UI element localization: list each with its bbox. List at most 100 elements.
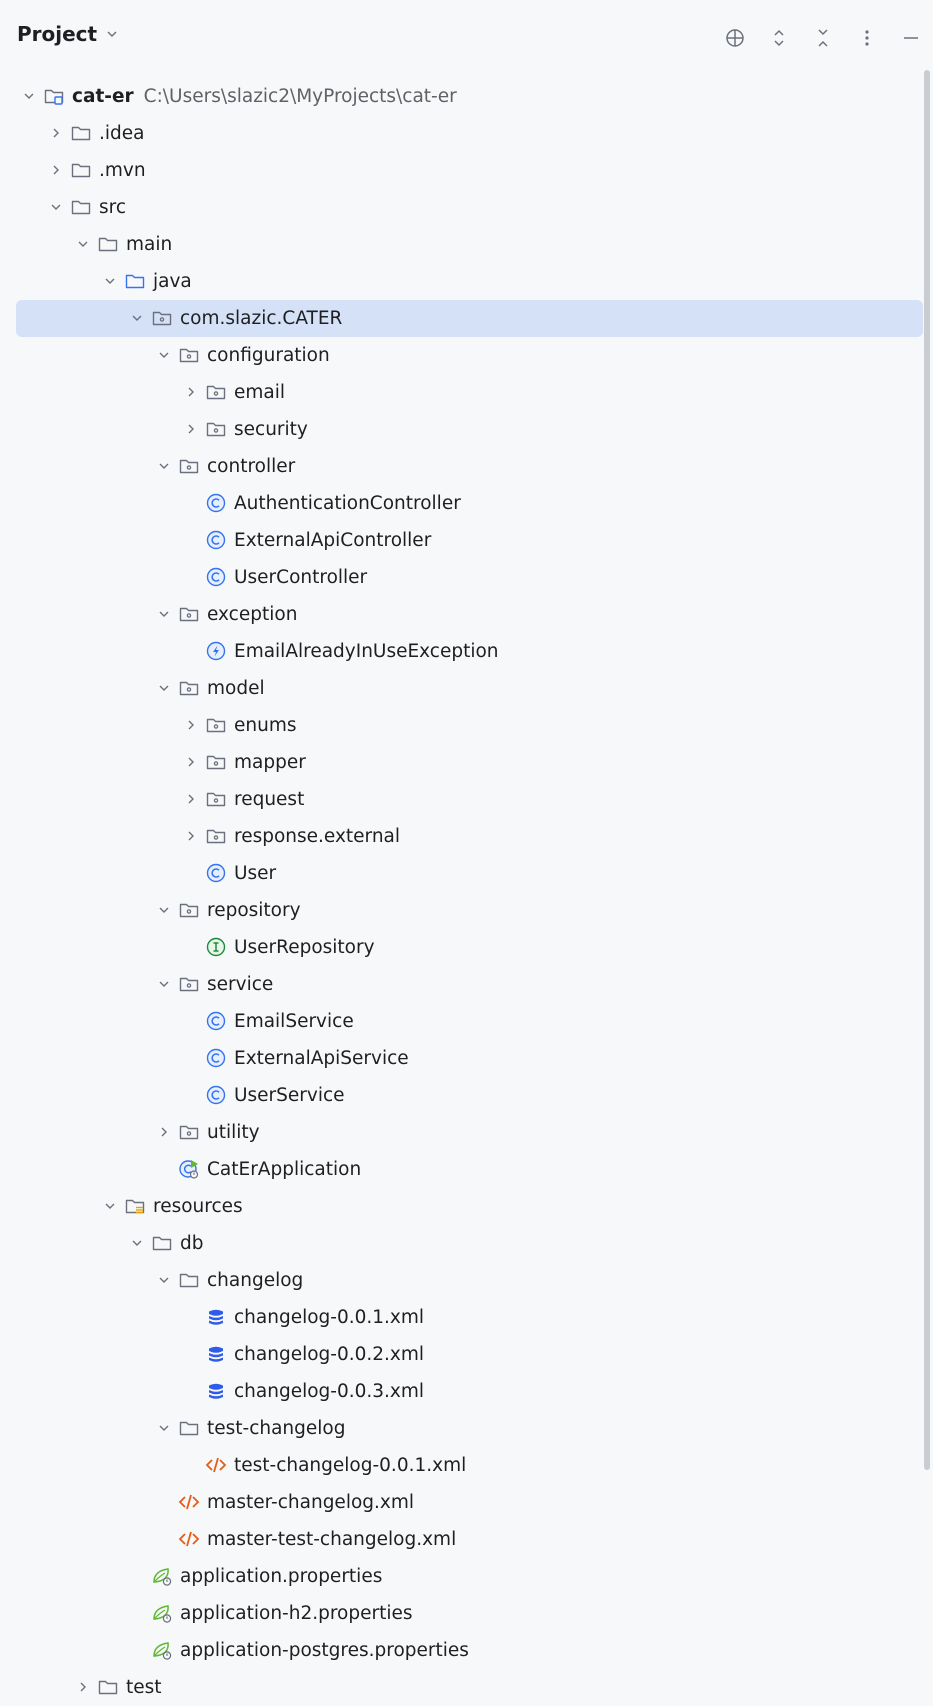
tree-node[interactable]: java	[0, 263, 925, 300]
expand-all-button[interactable]	[757, 20, 801, 56]
tree-node[interactable]: changelog-0.0.2.xml	[0, 1336, 925, 1373]
chevron-down-icon[interactable]	[155, 457, 173, 475]
tree-node[interactable]: UserRepository	[0, 929, 925, 966]
chevron-down-icon[interactable]	[155, 679, 173, 697]
tree-node[interactable]: main	[0, 226, 925, 263]
tree-node[interactable]: enums	[0, 707, 925, 744]
tree-node[interactable]: exception	[0, 596, 925, 633]
chevron-right-icon[interactable]	[182, 753, 200, 771]
tree-node[interactable]: .mvn	[0, 152, 925, 189]
chevron-down-icon[interactable]	[20, 87, 38, 105]
tree-node[interactable]: UserController	[0, 559, 925, 596]
folder-icon	[70, 196, 92, 218]
project-view-selector[interactable]: Project	[17, 22, 119, 46]
node-name: ExternalApiController	[234, 530, 432, 551]
tree-node[interactable]: response.external	[0, 818, 925, 855]
chevron-right-icon[interactable]	[182, 790, 200, 808]
tree-node[interactable]: application-h2.properties	[0, 1595, 925, 1632]
tree-node[interactable]: test-changelog-0.0.1.xml	[0, 1447, 925, 1484]
tree-node[interactable]: email	[0, 374, 925, 411]
tree-node-label: exception	[207, 604, 297, 625]
tree-node[interactable]: ExternalApiService	[0, 1040, 925, 1077]
chevron-down-icon[interactable]	[128, 309, 146, 327]
tree-node[interactable]: changelog-0.0.1.xml	[0, 1299, 925, 1336]
tree-node-label: changelog-0.0.2.xml	[234, 1344, 424, 1365]
tree-node[interactable]: changelog-0.0.3.xml	[0, 1373, 925, 1410]
tree-node[interactable]: request	[0, 781, 925, 818]
node-name: configuration	[207, 345, 330, 366]
tree-node[interactable]: utility	[0, 1114, 925, 1151]
tree-node[interactable]: master-changelog.xml	[0, 1484, 925, 1521]
chevron-right-icon[interactable]	[155, 1123, 173, 1141]
tree-node[interactable]: master-test-changelog.xml	[0, 1521, 925, 1558]
chevron-down-icon[interactable]	[128, 1234, 146, 1252]
tree-node-label: UserController	[234, 567, 367, 588]
chevron-right-icon[interactable]	[47, 124, 65, 142]
chevron-down-icon[interactable]	[155, 1419, 173, 1437]
tree-node[interactable]: cat-er C:\Users\slazic2\MyProjects\cat-er	[0, 78, 925, 115]
chevron-right-icon[interactable]	[47, 161, 65, 179]
tree-node[interactable]: application.properties	[0, 1558, 925, 1595]
chevron-down-icon[interactable]	[47, 198, 65, 216]
tree-node[interactable]: test-changelog	[0, 1410, 925, 1447]
tree-node[interactable]: EmailService	[0, 1003, 925, 1040]
tree-node[interactable]: resources	[0, 1188, 925, 1225]
module-path: C:\Users\slazic2\MyProjects\cat-er	[143, 86, 457, 107]
tree-node[interactable]: db	[0, 1225, 925, 1262]
tree-node[interactable]: repository	[0, 892, 925, 929]
chevron-right-icon[interactable]	[182, 420, 200, 438]
chevron-down-icon[interactable]	[101, 272, 119, 290]
tree-node[interactable]: test	[0, 1669, 925, 1706]
tree-node[interactable]: changelog	[0, 1262, 925, 1299]
chevron-right-icon[interactable]	[74, 1678, 92, 1696]
package-icon	[205, 751, 227, 773]
chevron-right-icon[interactable]	[182, 383, 200, 401]
tree-node[interactable]: mapper	[0, 744, 925, 781]
expand-all-icon	[774, 29, 784, 47]
package-icon	[178, 603, 200, 625]
resources-folder-icon	[124, 1195, 146, 1217]
tree-node[interactable]: configuration	[0, 337, 925, 374]
tree-node[interactable]: User	[0, 855, 925, 892]
database-changelog-icon	[205, 1343, 227, 1365]
chevron-down-icon[interactable]	[155, 605, 173, 623]
spring-properties-icon	[151, 1565, 173, 1587]
chevron-right-icon[interactable]	[182, 827, 200, 845]
class-icon	[205, 1084, 227, 1106]
hide-panel-button[interactable]	[889, 20, 933, 56]
options-menu-button[interactable]	[845, 20, 889, 56]
tree-node[interactable]: UserService	[0, 1077, 925, 1114]
chevron-down-icon[interactable]	[155, 1271, 173, 1289]
tree-node-label: controller	[207, 456, 295, 477]
collapse-all-button[interactable]	[801, 20, 845, 56]
database-changelog-icon	[205, 1380, 227, 1402]
tree-node-label: application-postgres.properties	[180, 1640, 469, 1661]
chevron-down-icon[interactable]	[101, 1197, 119, 1215]
chevron-down-icon[interactable]	[155, 346, 173, 364]
tree-node-label: java	[153, 271, 192, 292]
node-name: application-postgres.properties	[180, 1640, 469, 1661]
tree-node[interactable]: AuthenticationController	[0, 485, 925, 522]
tree-node[interactable]: com.slazic.CATER	[16, 300, 923, 337]
tree-node[interactable]: src	[0, 189, 925, 226]
tree-node[interactable]: ExternalApiController	[0, 522, 925, 559]
locate-file-button[interactable]	[713, 20, 757, 56]
tree-node[interactable]: CatErApplication	[0, 1151, 925, 1188]
tree-node-label: response.external	[234, 826, 400, 847]
tree-node[interactable]: controller	[0, 448, 925, 485]
tree-node[interactable]: application-postgres.properties	[0, 1632, 925, 1669]
node-name: com.slazic.CATER	[180, 308, 343, 329]
tree-node[interactable]: .idea	[0, 115, 925, 152]
chevron-down-icon[interactable]	[155, 901, 173, 919]
chevron-right-icon[interactable]	[182, 716, 200, 734]
tree-node-label: .idea	[99, 123, 144, 144]
vertical-scrollbar[interactable]	[924, 70, 930, 1470]
node-name: resources	[153, 1196, 243, 1217]
tree-node[interactable]: service	[0, 966, 925, 1003]
chevron-down-icon[interactable]	[74, 235, 92, 253]
tree-node-label: CatErApplication	[207, 1159, 361, 1180]
tree-node[interactable]: security	[0, 411, 925, 448]
chevron-down-icon[interactable]	[155, 975, 173, 993]
tree-node[interactable]: EmailAlreadyInUseException	[0, 633, 925, 670]
tree-node[interactable]: model	[0, 670, 925, 707]
